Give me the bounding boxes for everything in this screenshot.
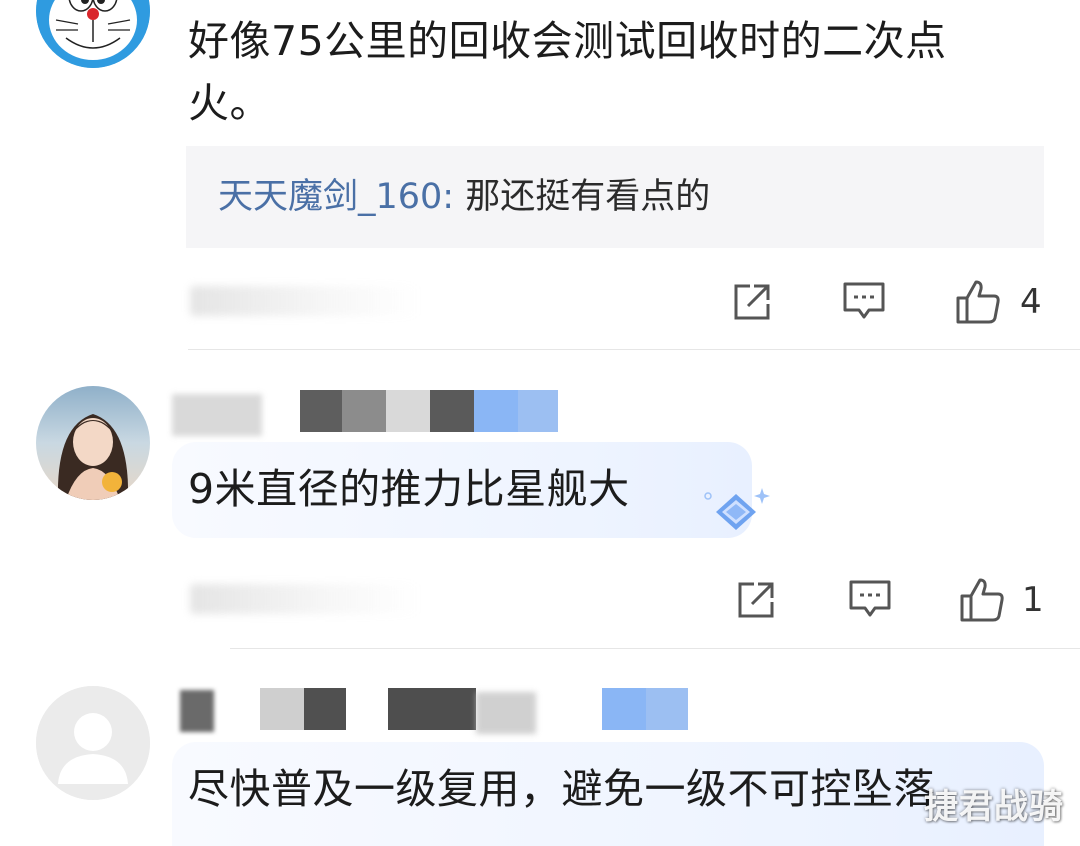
comment-text-line: 好像75公里的回收会测试回收时的二次点: [188, 17, 947, 65]
comment-text-line: 火。: [188, 79, 271, 127]
share-button[interactable]: [726, 570, 786, 630]
reply-preview[interactable]: 天天魔剑_160: 那还挺有看点的: [186, 146, 1044, 248]
thumbs-up-icon: [956, 280, 1000, 324]
comment-item: 尽快普及一级复用，避免一级不可控坠落: [0, 650, 1080, 846]
comment-item: 9米直径的推力比星舰大 1: [0, 350, 1080, 650]
watermark: 捷君战骑: [924, 787, 1064, 827]
comment-icon: [849, 580, 891, 617]
username-blurred: [180, 688, 700, 734]
doraemon-avatar-icon: [36, 0, 150, 68]
user-avatar[interactable]: [36, 386, 150, 500]
user-avatar[interactable]: [36, 686, 150, 800]
comment-item: 好像75公里的回收会测试回收时的二次点 火。 天天魔剑_160: 那还挺有看点的: [0, 0, 1080, 350]
thumbs-up-icon: [960, 578, 1004, 622]
comment-text: 9米直径的推力比星舰大: [188, 465, 630, 513]
reply-button[interactable]: [834, 272, 894, 332]
reply-line: 天天魔剑_160: 那还挺有看点的: [218, 172, 710, 222]
comment-icon: [843, 282, 885, 319]
diamond-badge-icon: [704, 488, 770, 530]
reply-text: 那还挺有看点的: [454, 177, 711, 217]
user-avatar[interactable]: [36, 0, 150, 68]
like-button[interactable]: [952, 570, 1012, 630]
divider: [230, 648, 1080, 649]
comment-actions: 4: [0, 272, 1080, 332]
timestamp-blurred: [190, 286, 420, 316]
username-blurred: [172, 390, 572, 436]
like-count: 1: [1022, 580, 1044, 620]
comment-actions: 1: [0, 570, 1080, 630]
share-icon: [734, 284, 770, 320]
timestamp-blurred: [190, 584, 420, 614]
default-user-icon: [36, 686, 150, 800]
share-button[interactable]: [722, 272, 782, 332]
user-photo-avatar-icon: [36, 386, 150, 500]
comment-text: 好像75公里的回收会测试回收时的二次点 火。: [188, 10, 947, 134]
reply-author[interactable]: 天天魔剑_160:: [218, 177, 454, 217]
reply-button[interactable]: [840, 570, 900, 630]
comment-text: 尽快普及一级复用，避免一级不可控坠落: [188, 765, 935, 813]
like-count: 4: [1020, 282, 1042, 322]
like-button[interactable]: [948, 272, 1008, 332]
share-icon: [738, 582, 774, 618]
